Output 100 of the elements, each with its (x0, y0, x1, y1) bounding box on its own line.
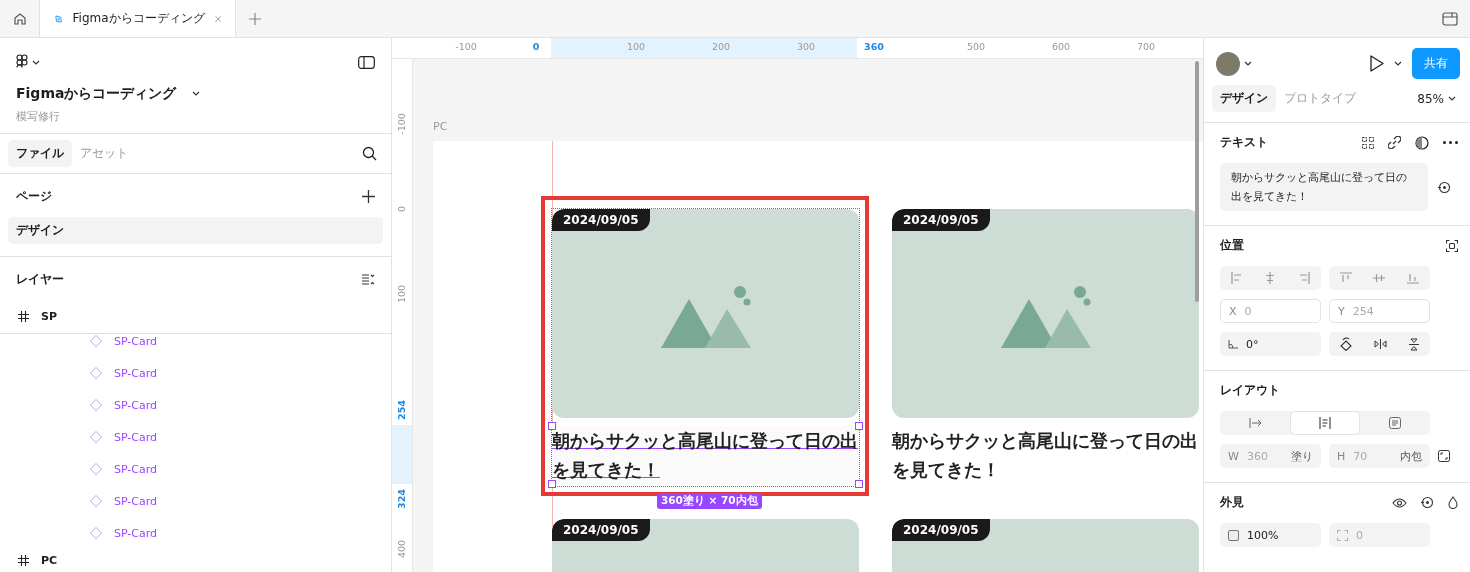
section-title: 外見 (1220, 494, 1244, 511)
window-icon[interactable] (1442, 11, 1458, 26)
y-field[interactable]: Y 254 (1329, 299, 1430, 323)
ruler-label: -100 (395, 112, 408, 137)
ruler-label: 700 (1135, 41, 1157, 52)
ruler-label: 400 (395, 538, 408, 561)
date-badge: 2024/09/05 (552, 519, 650, 541)
component-icon (90, 431, 102, 443)
flip-vertical-icon[interactable] (1409, 337, 1419, 351)
card-title[interactable]: 朝からサクッと高尾山に登って日の出を見てきた！ (892, 426, 1199, 484)
opacity-icon (1228, 529, 1239, 541)
ruler-label: -100 (454, 41, 478, 52)
height-field[interactable]: H 70 内包 (1329, 444, 1430, 468)
ruler-label: 0 (531, 41, 541, 52)
date-badge: 2024/09/05 (892, 519, 990, 541)
chevron-down-icon[interactable] (1394, 60, 1402, 67)
width-field[interactable]: W 360 塗り (1220, 444, 1321, 468)
ruler-label: 500 (965, 41, 987, 52)
layer-item[interactable]: SP (0, 299, 391, 334)
resize-handle[interactable] (548, 480, 556, 488)
resize-handle[interactable] (855, 480, 863, 488)
home-icon (12, 11, 27, 26)
layer-item[interactable]: SP-Card (8, 421, 383, 453)
search-icon[interactable] (362, 146, 377, 161)
text-block-icon (1389, 417, 1401, 429)
figma-logo-icon[interactable] (16, 54, 28, 71)
angle-icon (1228, 339, 1238, 349)
component-icon (90, 495, 102, 507)
more-icon[interactable] (1443, 141, 1458, 144)
pages-heading: ページ (16, 187, 52, 205)
focus-icon[interactable] (1446, 239, 1458, 252)
fill-width-icon (1319, 417, 1331, 429)
align-center-icon[interactable] (1264, 272, 1277, 284)
chevron-down-icon[interactable] (1448, 95, 1456, 102)
ruler-selection-band (392, 425, 412, 484)
ruler-label: 600 (1050, 41, 1072, 52)
layers-heading: レイヤー (16, 270, 64, 288)
ruler-label: 360 (863, 41, 885, 52)
avatar[interactable] (1216, 51, 1240, 76)
zoom-dropdown[interactable]: 85% (1417, 91, 1444, 106)
card-title[interactable]: 朝からサクッと高尾山に登って日の出を見てきた！ (552, 426, 859, 484)
rotate-icon[interactable] (1340, 337, 1352, 351)
rotation-field[interactable]: 0° (1220, 332, 1321, 356)
layout-mode-button[interactable] (1290, 411, 1360, 435)
align-middle-icon[interactable] (1373, 272, 1386, 284)
frame-icon (18, 554, 29, 566)
eye-icon[interactable] (1392, 497, 1407, 508)
panel-tab[interactable]: ファイル (8, 140, 72, 167)
size-label: 360塗り × 70内包 (657, 493, 762, 509)
resize-icon[interactable] (1438, 450, 1450, 462)
file-tab[interactable]: Figmaからコーディング (40, 0, 236, 37)
ruler-label: 200 (710, 41, 732, 52)
layer-item[interactable]: SP-Card (8, 485, 383, 517)
grid-icon[interactable] (1362, 136, 1374, 149)
ruler-label: 324 (395, 488, 408, 512)
layer-item[interactable]: SP-Card (8, 517, 383, 549)
chevron-down-icon[interactable] (192, 91, 201, 97)
date-badge: 2024/09/05 (552, 209, 650, 231)
component-icon (90, 399, 102, 411)
ruler-label: 254 (395, 398, 408, 422)
text-content-field[interactable]: 朝からサクッと高尾山に登って日の出を見てきた！ (1220, 163, 1428, 211)
section-title: 位置 (1220, 237, 1244, 254)
ruler-label: 100 (625, 41, 647, 52)
resize-handle[interactable] (855, 422, 863, 430)
file-name[interactable]: Figmaからコーディング (16, 85, 177, 103)
ruler-label: 0 (395, 205, 408, 215)
component-icon (90, 527, 102, 539)
frame-icon (18, 310, 29, 322)
layer-item[interactable]: SP-Card (8, 357, 383, 389)
component-icon (90, 367, 102, 379)
link-icon[interactable] (1388, 136, 1401, 149)
sidebar-toggle-icon[interactable] (358, 56, 375, 69)
section-title: テキスト (1220, 134, 1268, 151)
corner-radius-icon (1337, 529, 1348, 541)
ruler-label: 100 (395, 283, 408, 306)
scrollbar[interactable] (1195, 61, 1199, 302)
section-title: レイアウト (1220, 383, 1280, 397)
x-field[interactable]: X 0 (1220, 299, 1321, 323)
flip-horizontal-icon[interactable] (1374, 339, 1387, 349)
variable-icon[interactable] (1421, 496, 1434, 509)
component-icon (90, 335, 102, 347)
page-item[interactable]: デザイン (8, 217, 383, 244)
arrow-right-icon (1248, 418, 1262, 428)
resize-handle[interactable] (548, 422, 556, 430)
layer-item[interactable]: PC (8, 549, 383, 571)
drop-icon[interactable] (1448, 496, 1458, 509)
date-badge: 2024/09/05 (892, 209, 990, 231)
variable-icon[interactable] (1438, 180, 1451, 194)
contrast-icon[interactable] (1415, 135, 1429, 150)
mode-tab[interactable]: デザイン (1212, 85, 1276, 112)
play-icon[interactable] (1370, 55, 1384, 72)
layer-item[interactable]: SP-Card (8, 389, 383, 421)
chevron-down-icon[interactable] (32, 59, 40, 66)
component-icon (90, 463, 102, 475)
collapse-layers-icon[interactable] (362, 273, 375, 285)
opacity-field[interactable]: 100% (1220, 523, 1321, 547)
chevron-down-icon[interactable] (1244, 60, 1252, 67)
add-icon[interactable] (362, 189, 375, 203)
ruler-label: 300 (795, 41, 817, 52)
layer-item[interactable]: SP-Card (8, 453, 383, 485)
